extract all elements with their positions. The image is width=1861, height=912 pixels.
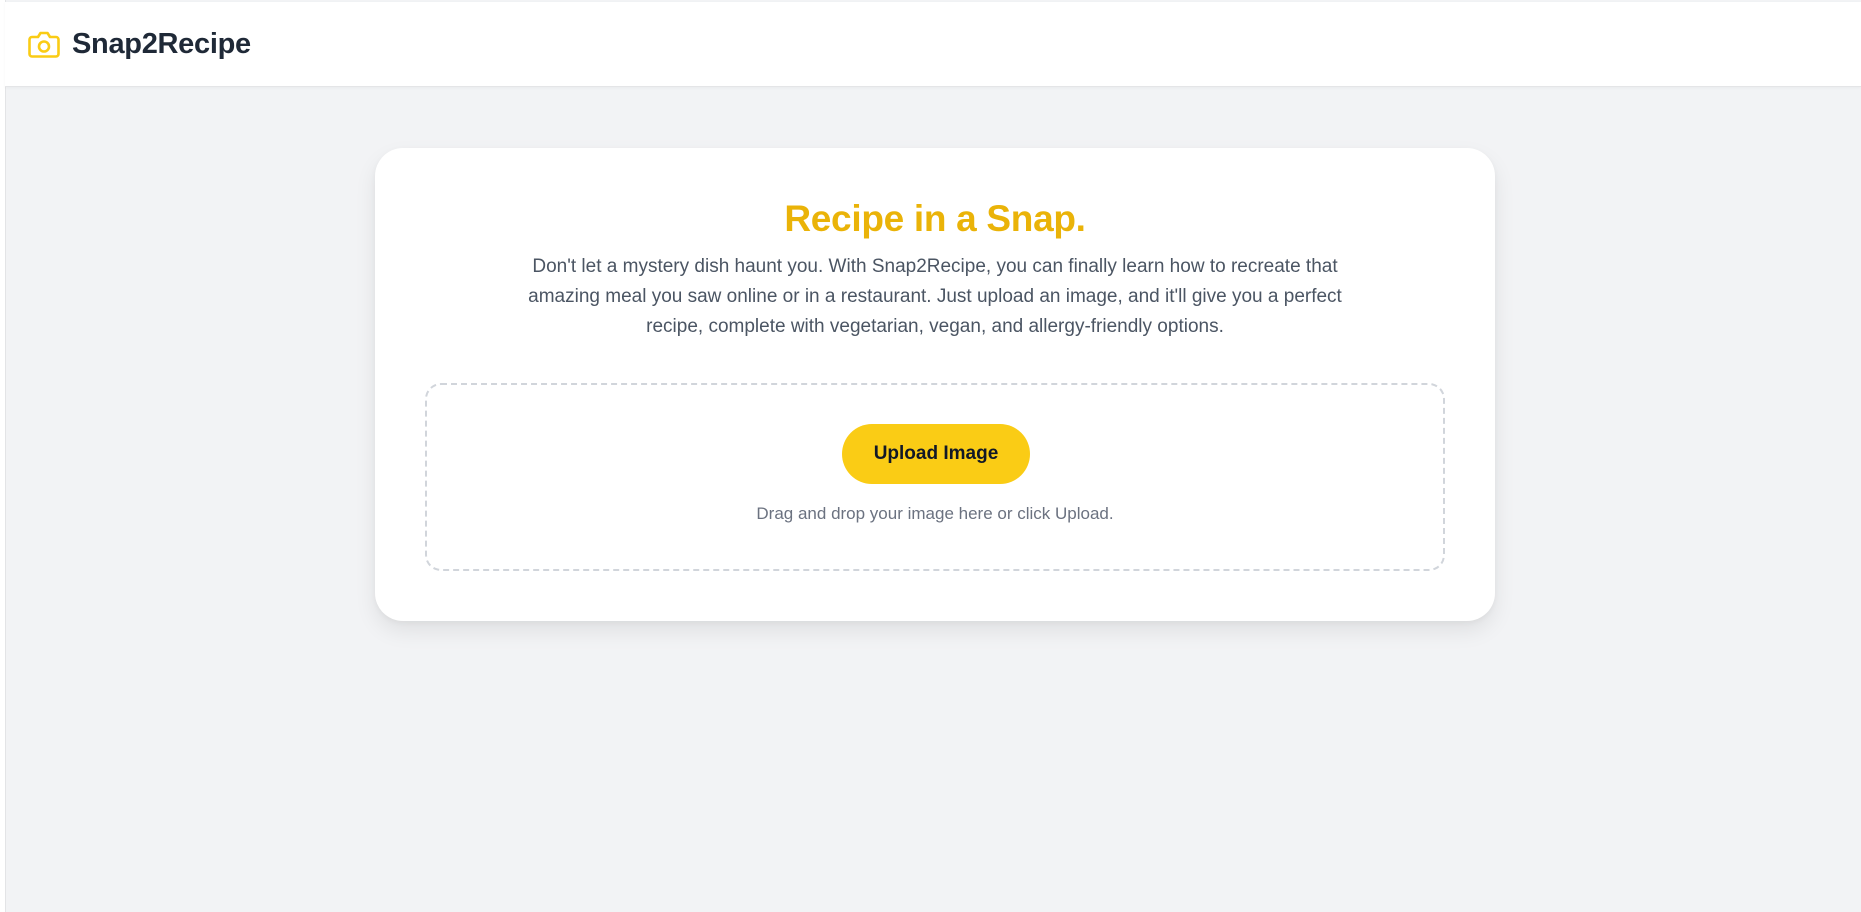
window-left-edge (0, 0, 6, 912)
dropzone-hint: Drag and drop your image here or click U… (756, 504, 1114, 523)
upload-image-button[interactable]: Upload Image (842, 424, 1030, 484)
app-name: Snap2Recipe (72, 27, 251, 60)
upload-card: Recipe in a Snap. Don't let a mystery di… (375, 148, 1495, 621)
image-dropzone[interactable]: Upload Image Drag and drop your image he… (425, 383, 1445, 571)
brand[interactable]: Snap2Recipe (28, 28, 251, 61)
app-header: Snap2Recipe (5, 2, 1861, 87)
camera-icon (28, 29, 60, 59)
hero-title: Recipe in a Snap. (784, 198, 1086, 239)
hero-description: Don't let a mystery dish haunt you. With… (528, 256, 1342, 337)
